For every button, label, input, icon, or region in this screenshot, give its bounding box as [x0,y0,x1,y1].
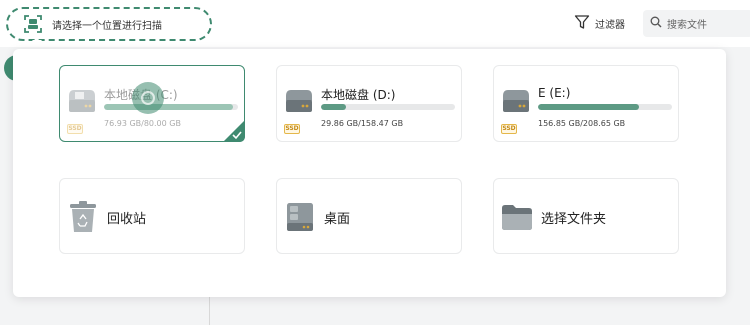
recycle-bin-icon [70,201,96,232]
filter-icon [574,14,590,33]
drive-usage-text: 76.93 GB/80.00 GB [104,119,181,128]
location-name: 桌面 [324,212,351,227]
background-divider [209,296,210,325]
filter-button[interactable]: 过滤器 [574,11,632,36]
search-placeholder: 搜索文件 [667,20,707,31]
search-icon [650,16,662,31]
folder-icon [502,205,532,230]
hard-drive-icon [286,90,312,112]
location-name: 选择文件夹 [541,212,607,227]
drive-usage-bar [321,104,455,110]
ssd-badge: SSD [284,124,300,134]
hard-drive-icon [69,90,95,112]
hard-drive-icon [503,90,529,112]
drive-name: 本地磁盘 (D:) [321,88,396,102]
ssd-badge: SSD [67,124,83,134]
desktop-icon [287,203,313,231]
location-picker-panel: 本地磁盘 (C:) 76.93 GB/80.00 GB SSD 本地磁盘 (D:… [13,49,726,297]
filter-label: 过滤器 [595,20,625,31]
scan-location-label: 请选择一个位置进行扫描 [52,20,162,32]
drive-usage-text: 156.85 GB/208.65 GB [538,119,626,128]
search-input[interactable]: 搜索文件 [643,10,750,37]
drive-usage-bar [538,104,672,110]
selected-check-icon [223,120,245,142]
drive-usage-bar [104,104,238,110]
location-card-recycle-bin[interactable]: 回收站 [59,178,245,254]
location-card-desktop[interactable]: 桌面 [276,178,462,254]
top-toolbar: 请选择一个位置进行扫描 过滤器 搜索文件 [0,0,750,47]
dropdown-pointer [32,40,42,46]
drive-usage-text: 29.86 GB/158.47 GB [321,119,404,128]
drive-card-c[interactable]: 本地磁盘 (C:) 76.93 GB/80.00 GB SSD [59,65,245,142]
scan-target-icon [22,13,44,35]
ssd-badge: SSD [501,124,517,134]
drive-card-e[interactable]: E (E:) 156.85 GB/208.65 GB SSD [493,65,679,142]
drive-name: E (E:) [538,86,571,100]
location-card-select-folder[interactable]: 选择文件夹 [493,178,679,254]
location-name: 回收站 [107,212,147,227]
drive-card-d[interactable]: 本地磁盘 (D:) 29.86 GB/158.47 GB SSD [276,65,462,142]
scan-location-selector[interactable]: 请选择一个位置进行扫描 [6,7,212,41]
click-indicator [132,82,164,114]
